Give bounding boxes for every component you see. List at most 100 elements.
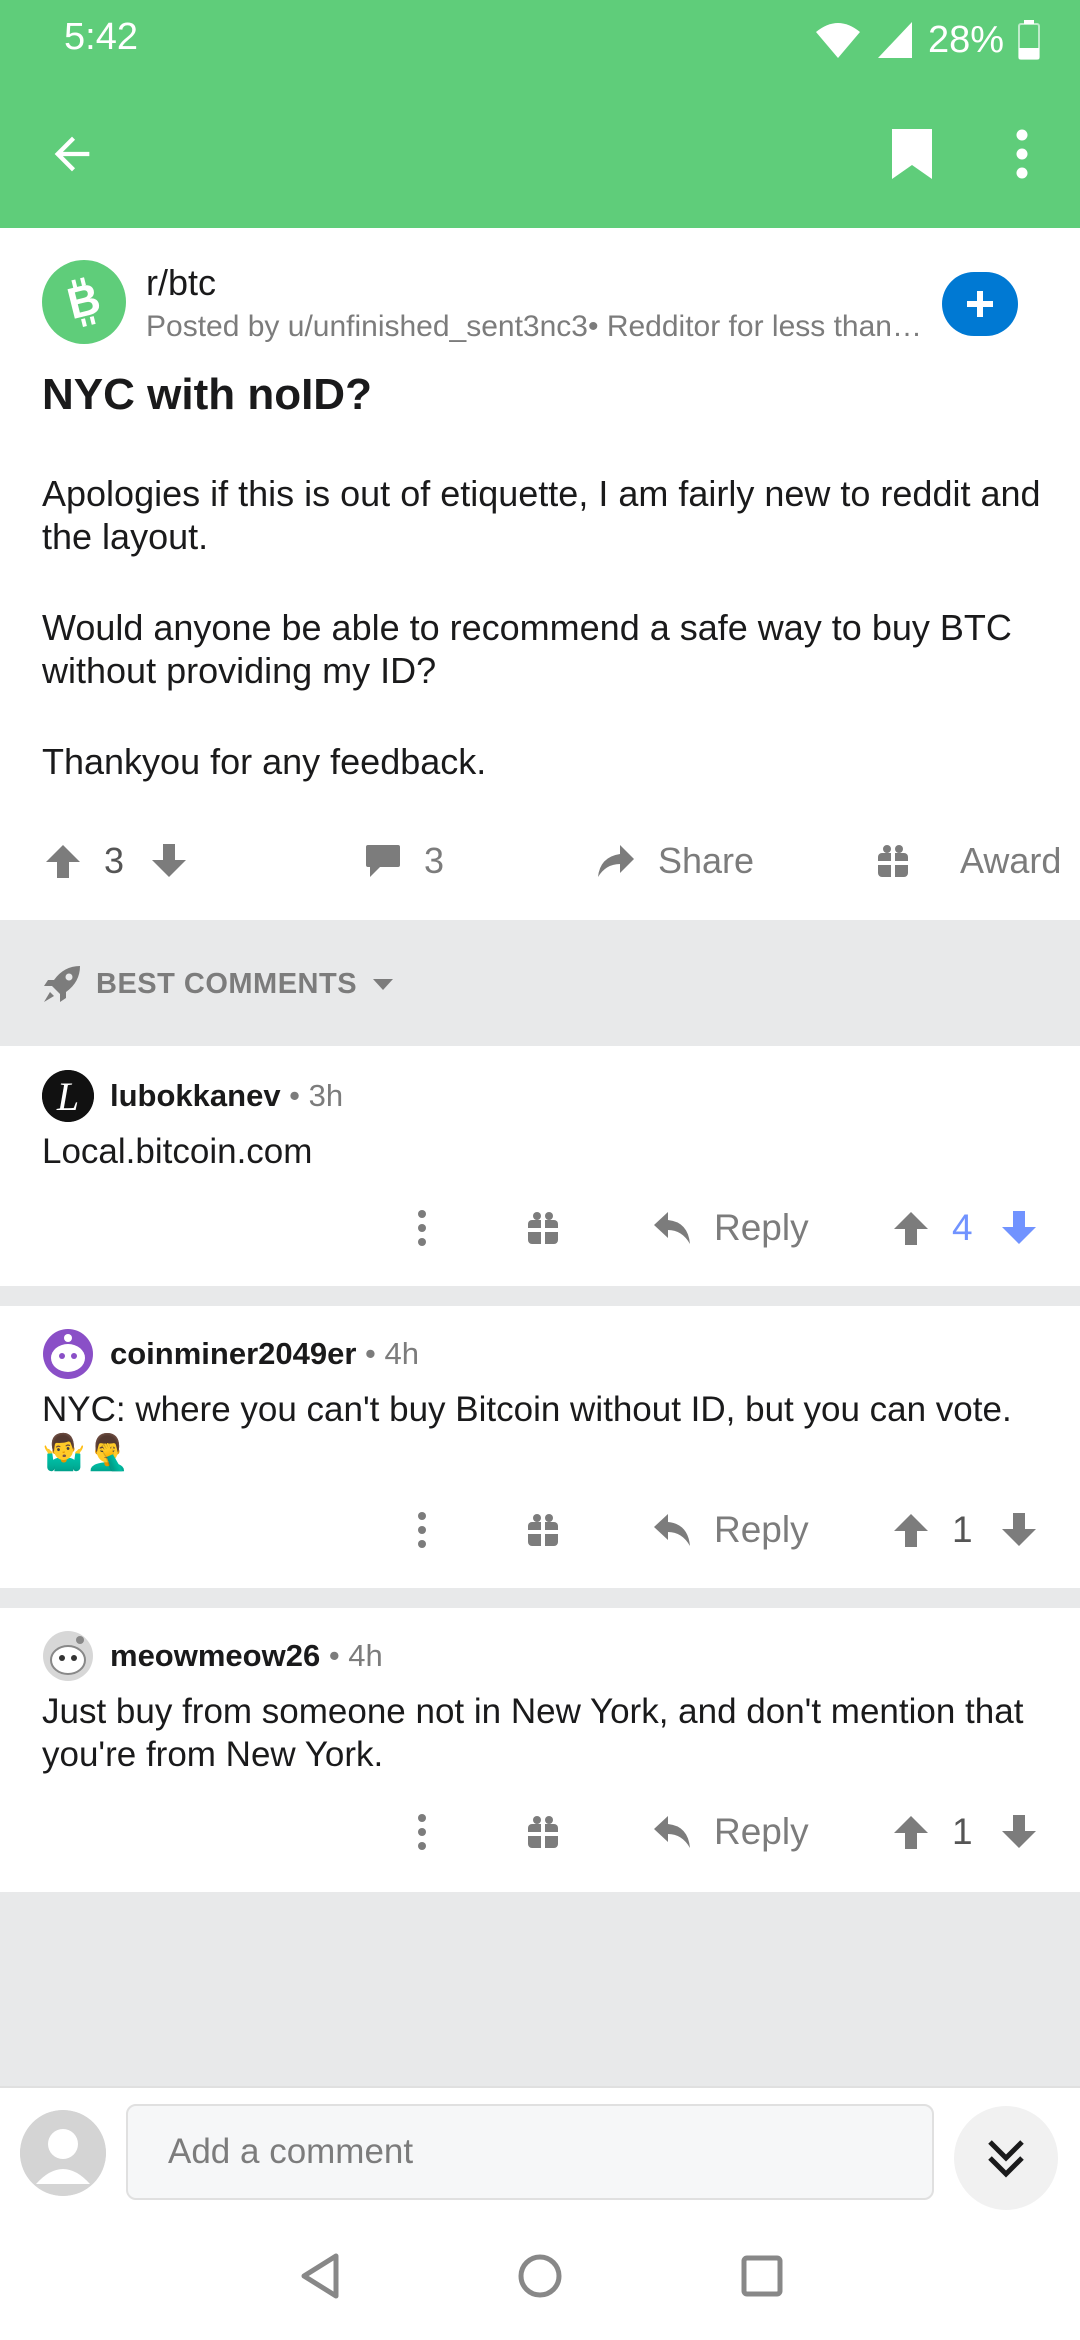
comment-avatar[interactable] bbox=[42, 1328, 94, 1380]
post-paragraph: Would anyone be able to recommend a safe… bbox=[42, 607, 1012, 691]
comment-more-button[interactable] bbox=[406, 1196, 438, 1260]
subreddit-avatar[interactable]: B bbox=[42, 260, 126, 344]
comment-actions: Reply 1 bbox=[0, 1498, 1080, 1562]
post-meta[interactable]: Posted by u/unfinished_sent3nc3• Reddito… bbox=[146, 310, 926, 344]
reply-button[interactable]: Reply bbox=[652, 1196, 809, 1260]
more-options-button[interactable] bbox=[986, 118, 1058, 190]
system-back-button[interactable] bbox=[290, 2246, 350, 2306]
status-bar: 5:42 28% bbox=[0, 0, 1080, 80]
comment-author[interactable]: coinminer2049er bbox=[110, 1336, 356, 1371]
system-nav-bar bbox=[0, 2210, 1080, 2340]
share-label: Share bbox=[658, 840, 755, 881]
comment-more-button[interactable] bbox=[406, 1498, 438, 1562]
upvote-icon bbox=[46, 845, 80, 878]
comment-more-button[interactable] bbox=[406, 1800, 438, 1864]
triangle-back-icon bbox=[301, 2253, 339, 2299]
gothic-letter-avatar-icon: L bbox=[42, 1070, 94, 1122]
default-user-icon bbox=[20, 2110, 106, 2196]
comment-downvote-button[interactable] bbox=[1000, 1196, 1038, 1260]
comments-count: 3 bbox=[424, 840, 445, 881]
comment-upvote-button[interactable] bbox=[892, 1196, 930, 1260]
reply-icon bbox=[654, 1212, 690, 1244]
comment-award-button[interactable] bbox=[526, 1498, 560, 1562]
gift-icon bbox=[528, 1514, 558, 1546]
share-icon bbox=[598, 845, 634, 877]
post: B r/btc Posted by u/unfinished_sent3nc3•… bbox=[0, 228, 1080, 920]
comment: meowmeow26 • 4h Just buy from someone no… bbox=[0, 1608, 1080, 1892]
post-comments-button[interactable]: 3 bbox=[364, 828, 444, 894]
more-vertical-icon bbox=[418, 1512, 426, 1548]
cell-signal-icon bbox=[877, 22, 912, 58]
comment-icon bbox=[366, 845, 400, 877]
award-label: Award bbox=[960, 840, 1062, 881]
user-avatar[interactable] bbox=[20, 2110, 106, 2196]
comment-avatar[interactable] bbox=[42, 1630, 94, 1682]
gift-icon bbox=[878, 845, 908, 877]
comment-score: 1 bbox=[952, 1509, 973, 1550]
post-paragraph: Apologies if this is out of etiquette, I… bbox=[42, 473, 1041, 557]
post-title: NYC with noID? bbox=[42, 370, 372, 419]
reply-label: Reply bbox=[714, 1811, 809, 1852]
join-subreddit-button[interactable] bbox=[942, 272, 1018, 336]
comment-downvote-button[interactable] bbox=[1000, 1800, 1038, 1864]
back-button[interactable] bbox=[36, 118, 108, 190]
comment-award-button[interactable] bbox=[526, 1196, 560, 1260]
post-body: Apologies if this is out of etiquette, I… bbox=[42, 472, 1042, 831]
save-post-button[interactable] bbox=[876, 118, 948, 190]
add-comment-input[interactable]: Add a comment bbox=[126, 2104, 934, 2200]
comment-bar: Add a comment bbox=[0, 2086, 1080, 2210]
comment-body: Local.bitcoin.com bbox=[42, 1132, 313, 1171]
comment-author[interactable]: meowmeow26 bbox=[110, 1638, 320, 1673]
circle-home-icon bbox=[518, 2254, 562, 2298]
comment: coinminer2049er • 4h NYC: where you can'… bbox=[0, 1306, 1080, 1588]
reply-label: Reply bbox=[714, 1509, 809, 1550]
snoo-avatar-icon bbox=[43, 1631, 93, 1681]
comment-author[interactable]: lubokkanev bbox=[110, 1078, 281, 1113]
bitcoin-cash-icon: B bbox=[63, 274, 106, 329]
gift-icon bbox=[528, 1212, 558, 1244]
app-bar bbox=[0, 80, 1080, 228]
subreddit-name[interactable]: r/btc bbox=[146, 262, 216, 304]
comment-upvote-button[interactable] bbox=[892, 1800, 930, 1864]
comment-avatar[interactable]: L bbox=[42, 1070, 94, 1122]
award-button[interactable]: Award bbox=[876, 828, 1061, 894]
status-time: 5:42 bbox=[64, 16, 138, 58]
reply-icon bbox=[654, 1816, 690, 1848]
comment-downvote-button[interactable] bbox=[1000, 1498, 1038, 1562]
post-paragraph: Thankyou for any feedback. bbox=[42, 741, 487, 782]
comment-time: • 3h bbox=[280, 1078, 344, 1113]
post-downvote-button[interactable] bbox=[150, 828, 188, 894]
comment-body: NYC: where you can't buy Bitcoin without… bbox=[42, 1390, 1012, 1472]
reply-button[interactable]: Reply bbox=[652, 1800, 809, 1864]
svg-text:L: L bbox=[56, 1074, 79, 1119]
post-upvote-button[interactable] bbox=[44, 828, 82, 894]
downvote-icon bbox=[1002, 1211, 1036, 1244]
battery-icon bbox=[1018, 20, 1040, 60]
comment-sort-label: BEST COMMENTS bbox=[96, 967, 358, 1000]
empty-area bbox=[0, 1892, 1080, 2086]
system-recents-button[interactable] bbox=[732, 2246, 792, 2306]
system-home-button[interactable] bbox=[510, 2246, 570, 2306]
comment-time: • 4h bbox=[320, 1638, 383, 1673]
status-icons: 28% bbox=[814, 16, 1040, 64]
share-button[interactable]: Share bbox=[596, 828, 754, 894]
more-vertical-icon bbox=[418, 1814, 426, 1850]
comment-upvote-button[interactable] bbox=[892, 1498, 930, 1562]
next-comment-button[interactable] bbox=[954, 2106, 1058, 2210]
comment: L lubokkanev • 3h Local.bitcoin.com Repl… bbox=[0, 1046, 1080, 1282]
square-recents-icon bbox=[741, 2255, 783, 2297]
comment-score: 4 bbox=[952, 1207, 973, 1248]
app-header: 5:42 28% bbox=[0, 0, 1080, 228]
post-score: 3 bbox=[104, 840, 125, 881]
more-vertical-icon bbox=[418, 1210, 426, 1246]
comment-separator bbox=[0, 1588, 1080, 1608]
post-actions: 3 3 Share Award bbox=[0, 828, 1080, 894]
more-vertical-icon bbox=[1016, 129, 1028, 179]
comment-time: • 4h bbox=[356, 1336, 419, 1371]
comment-award-button[interactable] bbox=[526, 1800, 560, 1864]
comment-sort-button[interactable]: BEST COMMENTS bbox=[42, 960, 395, 1008]
reply-button[interactable]: Reply bbox=[652, 1498, 809, 1562]
reply-label: Reply bbox=[714, 1207, 809, 1248]
comment-actions: Reply 1 bbox=[0, 1800, 1080, 1864]
snoo-avatar-icon bbox=[43, 1329, 93, 1379]
